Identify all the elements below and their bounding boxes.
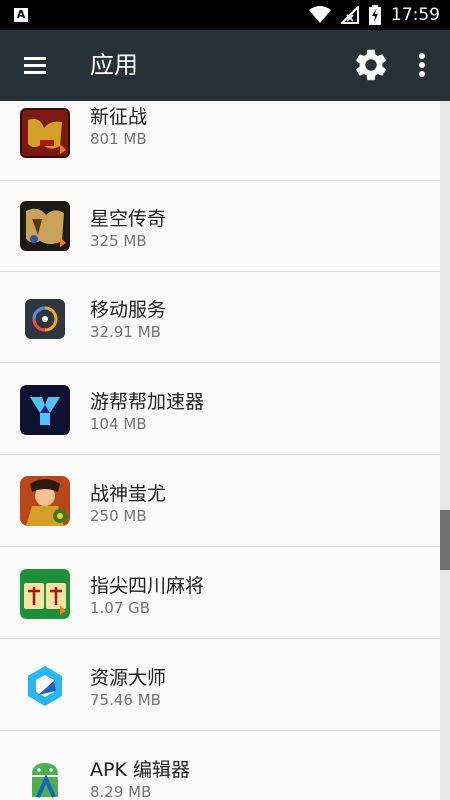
app-name: 资源大师	[90, 667, 167, 689]
app-name: 移动服务	[90, 299, 167, 321]
notification-icon: A	[14, 8, 28, 22]
mahjong-icon	[20, 569, 70, 619]
app-size: 801 MB	[90, 130, 147, 148]
status-time: 17:59	[391, 5, 440, 25]
scrollbar-thumb[interactable]	[440, 510, 450, 570]
app-size: 250 MB	[90, 507, 147, 525]
page-title: 应用	[90, 51, 138, 79]
scrollbar-track[interactable]	[440, 101, 450, 800]
app-size: 8.29 MB	[90, 783, 152, 800]
more-vert-icon[interactable]	[406, 46, 438, 84]
app-size: 325 MB	[90, 232, 147, 250]
status-icons: 17:59	[309, 5, 440, 25]
app-size: 75.46 MB	[90, 691, 161, 709]
mobile-service-icon	[25, 299, 65, 339]
list-item[interactable]: 战神蚩尤 250 MB	[0, 456, 440, 547]
status-bar: A 17:59	[0, 0, 450, 30]
list-item[interactable]: 移动服务 32.91 MB	[0, 272, 440, 363]
app-name: 战神蚩尤	[90, 483, 167, 505]
list-item[interactable]: 游帮帮加速器 104 MB	[0, 364, 440, 455]
app-name: APK 编辑器	[90, 759, 190, 781]
app-size: 32.91 MB	[90, 323, 161, 341]
app-name: 指尖四川麻将	[90, 575, 205, 597]
list-item[interactable]: 资源大师 75.46 MB	[0, 640, 440, 731]
app-name: 游帮帮加速器	[90, 391, 205, 413]
app-list: 新征战 801 MB 星空传奇 325 MB 移动服务 32.91 MB 游帮帮…	[0, 101, 440, 800]
app-name: 新征战	[90, 106, 148, 128]
list-item[interactable]: 新征战 801 MB	[0, 101, 440, 181]
no-signal-icon	[341, 6, 359, 24]
list-item[interactable]: 指尖四川麻将 1.07 GB	[0, 548, 440, 639]
game-icon-xingkongchuanqi	[20, 201, 70, 251]
wifi-icon	[309, 6, 331, 23]
app-size: 1.07 GB	[90, 599, 151, 617]
settings-icon[interactable]	[352, 46, 390, 84]
apk-editor-icon	[32, 763, 58, 798]
battery-charging-icon	[369, 5, 381, 25]
menu-icon[interactable]	[16, 50, 54, 81]
accelerator-icon	[20, 385, 70, 435]
list-item[interactable]: 星空传奇 325 MB	[0, 181, 440, 272]
list-item[interactable]: APK 编辑器 8.29 MB	[0, 732, 440, 800]
resource-master-icon	[28, 666, 62, 706]
app-name: 星空传奇	[90, 208, 167, 230]
app-bar: 应用	[0, 30, 450, 101]
app-size: 104 MB	[90, 415, 147, 433]
game-icon-zhanshenchiyou	[20, 476, 70, 526]
game-icon-xinzhengzhan	[20, 108, 70, 158]
